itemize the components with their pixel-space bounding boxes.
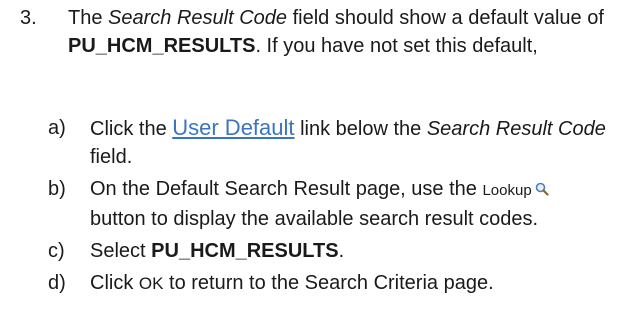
substep-letter: b) xyxy=(48,178,66,200)
step-text: The Search Result Code field should show… xyxy=(68,4,628,60)
substep-b: b) On the Default Search Result page, us… xyxy=(48,175,608,233)
substep-letter: a) xyxy=(48,117,66,139)
substep-letter: c) xyxy=(48,240,65,262)
magnifier-icon xyxy=(535,176,549,196)
substep-text: On the Default Search Result page, use t… xyxy=(90,178,483,200)
document-page: 3. The Search Result Code field should s… xyxy=(0,0,632,314)
substep-list: a) Click the User Default link below the… xyxy=(48,114,608,302)
default-value-bold: PU_HCM_RESULTS xyxy=(68,35,256,57)
substep-d: d) Click OK to return to the Search Crit… xyxy=(48,269,608,298)
substep-text: Select xyxy=(90,240,152,262)
value-bold: PU_HCM_RESULTS xyxy=(151,240,339,262)
substep-text: button to display the available search r… xyxy=(90,208,539,230)
substep-text: Click the xyxy=(90,118,173,140)
substep-c: c) Select PU_HCM_RESULTS. xyxy=(48,237,608,265)
user-default-link[interactable]: User Default xyxy=(172,115,294,140)
substep-text: Click xyxy=(90,272,139,294)
step-text-segment: . If you have not set this default, xyxy=(255,35,538,57)
substep-text: to return to the Search Criteria page. xyxy=(163,272,494,294)
field-name-emphasis: Search Result Code xyxy=(108,7,288,29)
substep-text: field. xyxy=(90,146,133,168)
lookup-button-label: Lookup xyxy=(482,182,532,199)
step-text-segment: The xyxy=(68,7,109,29)
substep-text: link below the xyxy=(294,118,427,140)
step-number: 3. xyxy=(20,7,37,29)
substep-letter: d) xyxy=(48,272,66,294)
field-name-emphasis: Search Result Code xyxy=(426,118,606,140)
step-text-segment: field should show a default value of xyxy=(287,7,604,29)
substep-text: . xyxy=(338,240,345,262)
substep-a: a) Click the User Default link below the… xyxy=(48,114,608,171)
ok-button-label: OK xyxy=(138,274,164,293)
